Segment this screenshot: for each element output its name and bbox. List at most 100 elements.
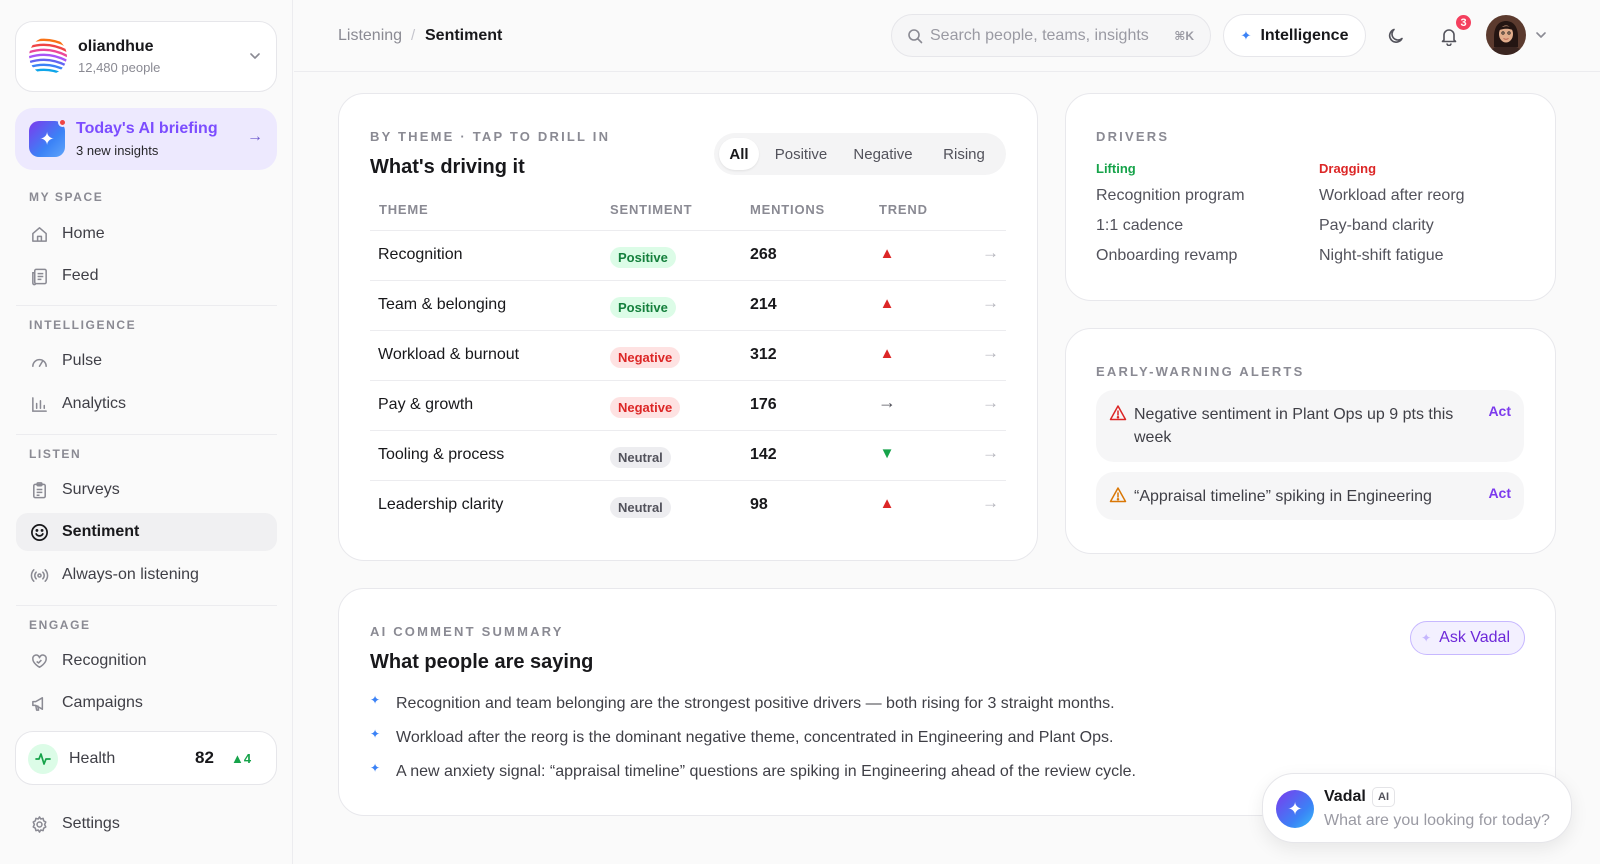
breadcrumb-parent[interactable]: Listening xyxy=(338,27,402,45)
alert-act-button[interactable]: Act xyxy=(1488,485,1511,501)
clipboard-icon xyxy=(29,480,49,500)
sidebar-item-recognition[interactable]: Recognition xyxy=(16,642,277,680)
table-row[interactable]: Team & belonging Positive 214 ▲ → xyxy=(370,280,1006,330)
mention-count: 98 xyxy=(750,496,768,513)
briefing-subtitle: 3 new insights xyxy=(76,143,159,158)
theme-table-card: BY THEME · TAP TO DRILL IN What's drivin… xyxy=(338,93,1038,561)
alert-item[interactable]: “Appraisal timeline” spiking in Engineer… xyxy=(1096,472,1524,520)
trend-flat-icon: → xyxy=(878,392,896,412)
broadcast-icon xyxy=(29,565,49,585)
column-header-theme: THEME xyxy=(379,202,429,217)
filter-all[interactable]: All xyxy=(719,138,759,170)
arrow-right-icon[interactable]: → xyxy=(982,243,999,263)
table-row[interactable]: Workload & burnout Negative 312 ▲ → xyxy=(370,330,1006,380)
breadcrumb-current: Sentiment xyxy=(425,27,503,44)
arrow-right-icon: → xyxy=(247,128,263,145)
search-icon xyxy=(908,29,923,44)
table-row[interactable]: Recognition Positive 268 ▲ → xyxy=(370,230,1006,280)
card-title: What people are saying xyxy=(370,651,594,673)
alert-text: Negative sentiment in Plant Ops up 9 pts… xyxy=(1134,406,1454,446)
sidebar-item-settings[interactable]: Settings xyxy=(16,805,277,843)
sidebar-item-home[interactable]: Home xyxy=(16,215,277,253)
filter-negative[interactable]: Negative xyxy=(842,138,924,170)
keyboard-shortcut: ⌘K xyxy=(1174,29,1194,43)
org-logo xyxy=(29,37,67,75)
home-icon xyxy=(29,224,49,244)
mention-count: 142 xyxy=(750,446,777,463)
sparkle-icon: ✦ xyxy=(370,727,381,741)
sidebar-item-analytics[interactable]: Analytics xyxy=(16,385,277,423)
nav-section-my-space: MY SPACE xyxy=(29,190,104,204)
mention-count: 312 xyxy=(750,346,777,363)
trend-up-icon: ▲ xyxy=(879,245,895,262)
sidebar-item-label: Feed xyxy=(62,267,99,284)
health-label: Health xyxy=(69,750,116,767)
nav-section-listen: LISTEN xyxy=(29,447,82,461)
early-warning-alerts-card: EARLY-WARNING ALERTS Negative sentiment … xyxy=(1065,328,1556,554)
column-header-mentions: MENTIONS xyxy=(750,202,826,217)
alert-act-button[interactable]: Act xyxy=(1488,403,1511,419)
sidebar-item-campaigns[interactable]: Campaigns xyxy=(16,684,277,722)
arrow-right-icon[interactable]: → xyxy=(982,343,999,363)
sidebar-item-sentiment[interactable]: Sentiment xyxy=(16,513,277,551)
sidebar-item-label: Sentiment xyxy=(62,523,140,540)
sidebar-item-always-on-listening[interactable]: Always-on listening xyxy=(16,556,277,594)
filter-rising[interactable]: Rising xyxy=(930,138,998,170)
filter-positive[interactable]: Positive xyxy=(765,138,837,170)
arrow-right-icon[interactable]: → xyxy=(982,443,999,463)
card-eyebrow: DRIVERS xyxy=(1096,129,1170,144)
arrow-right-icon[interactable]: → xyxy=(982,393,999,413)
sentiment-badge: Negative xyxy=(610,397,681,418)
search-box[interactable]: ⌘K xyxy=(891,14,1211,57)
sparkle-icon: ✦ xyxy=(1421,631,1432,645)
breadcrumb-separator: / xyxy=(411,27,416,44)
dragging-driver: Pay-band clarity xyxy=(1319,217,1434,234)
ai-briefing-card[interactable]: ✦ Today's AI briefing 3 new insights → xyxy=(15,108,277,170)
health-delta: ▲4 xyxy=(231,751,252,766)
sidebar-item-label: Settings xyxy=(62,815,120,832)
sparkle-icon: ✦ xyxy=(1240,27,1252,43)
sidebar-item-label: Always-on listening xyxy=(62,566,199,583)
arrow-right-icon[interactable]: → xyxy=(982,493,999,513)
org-switcher[interactable]: oliandhue 12,480 people xyxy=(15,21,277,92)
summary-bullet-text: Recognition and team belonging are the s… xyxy=(396,695,1115,712)
health-score: 82 xyxy=(195,748,214,767)
theme-name: Recognition xyxy=(378,246,463,263)
divider xyxy=(16,605,277,606)
sidebar-item-feed[interactable]: Feed xyxy=(16,257,277,295)
vadal-assistant-launcher[interactable]: ✦ Vadal AI What are you looking for toda… xyxy=(1262,773,1572,843)
unread-dot xyxy=(58,118,67,127)
search-input[interactable] xyxy=(930,25,1160,47)
dragging-heading: Dragging xyxy=(1319,161,1377,176)
table-row[interactable]: Leadership clarity Neutral 98 ▲ → xyxy=(370,480,1006,530)
sidebar-item-label: Surveys xyxy=(62,481,120,498)
divider xyxy=(16,305,277,306)
warning-icon xyxy=(1109,405,1127,421)
sidebar-item-surveys[interactable]: Surveys xyxy=(16,471,277,509)
lifting-heading: Lifting xyxy=(1096,161,1136,176)
dragging-driver: Workload after reorg xyxy=(1319,187,1465,204)
sidebar-item-label: Home xyxy=(62,225,105,242)
mention-count: 176 xyxy=(750,396,777,413)
intelligence-label: Intelligence xyxy=(1260,26,1349,44)
alert-item[interactable]: Negative sentiment in Plant Ops up 9 pts… xyxy=(1096,390,1524,462)
intelligence-button[interactable]: ✦ Intelligence xyxy=(1223,14,1366,57)
lifting-driver: 1:1 cadence xyxy=(1096,217,1184,234)
gear-icon xyxy=(29,814,49,834)
ask-vadal-button[interactable]: ✦ Ask Vadal xyxy=(1410,621,1525,655)
table-row[interactable]: Pay & growth Negative 176 → → xyxy=(370,380,1006,430)
chevron-down-icon xyxy=(250,53,260,59)
arrow-right-icon[interactable]: → xyxy=(982,293,999,313)
warning-icon xyxy=(1109,487,1127,503)
health-score-card[interactable]: Health 82 ▲4 xyxy=(15,731,277,785)
nav-section-intelligence: INTELLIGENCE xyxy=(29,318,137,332)
sidebar-item-pulse[interactable]: Pulse xyxy=(16,342,277,380)
chevron-down-icon[interactable] xyxy=(1534,28,1548,42)
trend-up-icon: ▲ xyxy=(879,345,895,362)
org-name: oliandhue xyxy=(78,38,154,55)
avatar[interactable] xyxy=(1486,15,1526,55)
sentiment-badge: Neutral xyxy=(610,447,671,468)
moon-icon[interactable] xyxy=(1386,26,1406,46)
sentiment-badge: Positive xyxy=(610,297,676,318)
table-row[interactable]: Tooling & process Neutral 142 ▼ → xyxy=(370,430,1006,480)
